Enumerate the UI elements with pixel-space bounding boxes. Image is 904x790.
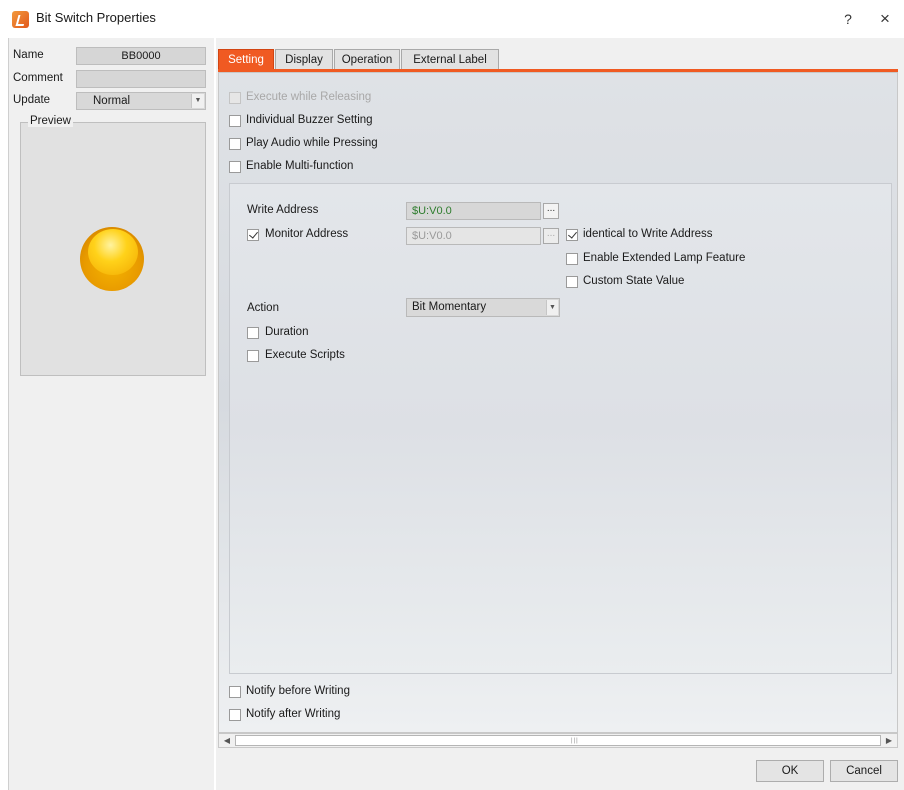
duration-label: Duration (265, 326, 309, 338)
notify-after-writing-checkbox[interactable] (229, 709, 241, 721)
enable-multi-function-label: Enable Multi-function (246, 160, 354, 172)
scroll-right-icon[interactable]: ▶ (882, 735, 896, 747)
notify-after-writing-label: Notify after Writing (246, 708, 341, 720)
button-preview-highlight (88, 229, 138, 275)
notify-before-writing-checkbox[interactable] (229, 686, 241, 698)
individual-buzzer-checkbox[interactable] (229, 115, 241, 127)
monitor-address-checkbox[interactable] (247, 229, 259, 241)
app-icon (12, 11, 29, 28)
action-label: Action (247, 302, 279, 314)
chevron-down-icon[interactable]: ▼ (191, 94, 204, 108)
cancel-button[interactable]: Cancel (830, 760, 898, 782)
scroll-grip-icon: ||| (571, 738, 579, 744)
address-panel (229, 183, 892, 674)
write-address-field[interactable]: $U:V0.0 (406, 202, 541, 220)
window-title: Bit Switch Properties (36, 10, 156, 25)
tab-setting[interactable]: Setting (218, 49, 274, 70)
update-value: Normal (93, 95, 131, 107)
help-button[interactable]: ? (838, 8, 858, 30)
write-address-label: Write Address (247, 204, 319, 216)
update-select[interactable]: Normal ▼ (76, 92, 206, 110)
scroll-left-icon[interactable]: ◀ (220, 735, 234, 747)
ok-button[interactable]: OK (756, 760, 824, 782)
comment-label: Comment (13, 72, 63, 84)
tab-external-label[interactable]: External Label (401, 49, 499, 70)
action-value: Bit Momentary (412, 301, 487, 313)
individual-buzzer-label: Individual Buzzer Setting (246, 114, 373, 126)
enable-extended-lamp-label: Enable Extended Lamp Feature (583, 252, 746, 264)
identical-to-write-checkbox[interactable] (566, 229, 578, 241)
enable-extended-lamp-checkbox[interactable] (566, 253, 578, 265)
duration-checkbox[interactable] (247, 327, 259, 339)
update-label: Update (13, 94, 51, 106)
chevron-down-icon[interactable]: ▼ (546, 300, 558, 315)
execute-scripts-label: Execute Scripts (265, 349, 345, 361)
enable-multi-function-checkbox[interactable] (229, 161, 241, 173)
custom-state-value-checkbox[interactable] (566, 276, 578, 288)
comment-field[interactable] (76, 70, 206, 88)
play-audio-label: Play Audio while Pressing (246, 137, 378, 149)
notify-before-writing-label: Notify before Writing (246, 685, 350, 697)
action-select[interactable]: Bit Momentary ▼ (406, 298, 560, 317)
tab-display[interactable]: Display (275, 49, 333, 70)
horizontal-scrollbar[interactable]: ◀ ||| ▶ (218, 733, 898, 748)
monitor-address-label: Monitor Address (265, 228, 349, 240)
execute-while-releasing-label: Execute while Releasing (246, 91, 372, 103)
close-button[interactable]: × (874, 8, 896, 30)
monitor-address-field[interactable]: $U:V0.0 (406, 227, 541, 245)
execute-while-releasing-checkbox[interactable] (229, 92, 241, 104)
write-address-browse-button[interactable]: ... (543, 203, 559, 219)
preview-label: Preview (28, 115, 73, 127)
execute-scripts-checkbox[interactable] (247, 350, 259, 362)
name-field[interactable]: BB0000 (76, 47, 206, 65)
tab-operation[interactable]: Operation (334, 49, 400, 70)
custom-state-value-label: Custom State Value (583, 275, 685, 287)
scroll-thumb[interactable]: ||| (235, 735, 881, 746)
monitor-address-browse-button[interactable]: ... (543, 228, 559, 244)
identical-to-write-label: identical to Write Address (583, 228, 713, 240)
name-label: Name (13, 49, 44, 61)
play-audio-checkbox[interactable] (229, 138, 241, 150)
